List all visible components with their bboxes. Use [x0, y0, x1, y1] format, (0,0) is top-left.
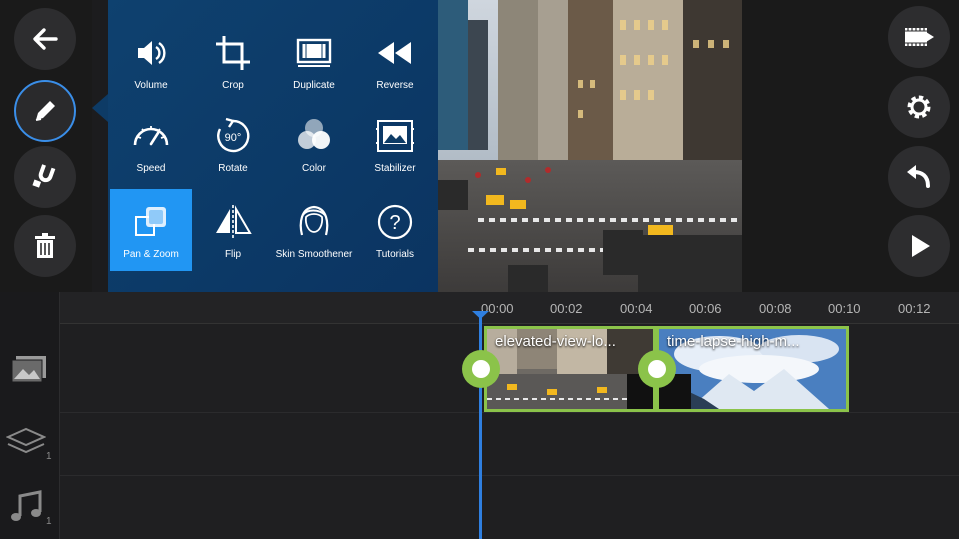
timeline[interactable]: 00:00 00:02 00:04 00:06 00:08 00:10 00:1…: [0, 292, 959, 539]
menu-item-label: Duplicate: [293, 80, 335, 91]
menu-item-speed[interactable]: Speed: [110, 103, 192, 185]
menu-item-color[interactable]: Color: [273, 103, 355, 185]
video-track-icon: [11, 356, 46, 383]
left-toolbar: [0, 0, 92, 292]
layers-track-icon: [5, 427, 47, 454]
export-button[interactable]: [888, 6, 950, 68]
ruler-tick: 00:08: [759, 301, 792, 316]
menu-item-label: Skin Smoothener: [275, 249, 353, 260]
svg-text:?: ?: [389, 212, 400, 234]
menu-pointer: [92, 94, 108, 122]
menu-item-pan-zoom[interactable]: Pan & Zoom: [110, 189, 192, 271]
menu-item-rotate[interactable]: 90° Rotate: [192, 103, 274, 185]
clip-title: time-lapse-high-m...: [667, 333, 800, 350]
back-button[interactable]: [14, 8, 76, 70]
split-button[interactable]: [14, 146, 76, 208]
export-film-icon: [905, 28, 934, 46]
overlay-track-count: 1: [46, 451, 52, 462]
undo-button[interactable]: [888, 146, 950, 208]
back-arrow-icon: [33, 28, 58, 50]
trash-icon: [35, 233, 55, 258]
rotate-badge: 90°: [225, 132, 242, 144]
volume-icon: [138, 41, 166, 65]
menu-item-label: Rotate: [218, 163, 248, 174]
ruler-tick: 00:02: [550, 301, 583, 316]
menu-item-label: Pan & Zoom: [123, 249, 179, 260]
city-street-preview-image: [438, 0, 742, 292]
menu-item-volume[interactable]: Volume: [110, 20, 192, 102]
menu-item-duplicate[interactable]: Duplicate: [273, 20, 355, 102]
video-editor-app: Volume Crop Duplicate Reverse Speed 90° …: [0, 0, 959, 539]
play-icon: [912, 235, 930, 257]
video-clip[interactable]: elevated-view-lo...: [484, 326, 656, 412]
playhead[interactable]: [479, 312, 482, 539]
timeline-ruler[interactable]: 00:00 00:02 00:04 00:06 00:08 00:10 00:1…: [60, 292, 959, 324]
track-labels: 1 1: [0, 292, 60, 539]
clip-title: elevated-view-lo...: [495, 333, 616, 350]
audio-track-button[interactable]: 1: [8, 490, 52, 529]
crop-icon: [216, 36, 250, 70]
menu-item-reverse[interactable]: Reverse: [354, 20, 436, 102]
delete-button[interactable]: [14, 215, 76, 277]
play-button[interactable]: [888, 215, 950, 277]
stabilizer-icon: [376, 120, 414, 152]
rotate-icon: 90°: [217, 117, 250, 153]
menu-item-label: Speed: [136, 163, 166, 174]
ruler-tick: 00:04: [620, 301, 653, 316]
menu-item-skin-smoothener[interactable]: Skin Smoothener: [273, 189, 355, 271]
pan-zoom-icon: [135, 207, 166, 236]
video-clip[interactable]: time-lapse-high-m...: [656, 326, 849, 412]
edit-menu: Volume Crop Duplicate Reverse Speed 90° …: [108, 0, 438, 292]
magnet-icon: [32, 164, 56, 188]
right-toolbar: [742, 0, 959, 292]
menu-item-label: Volume: [134, 80, 168, 91]
trim-handle-end[interactable]: [638, 350, 676, 388]
ruler-tick: 00:10: [828, 301, 861, 316]
reverse-icon: [378, 42, 411, 64]
duplicate-icon: [296, 38, 332, 67]
edit-button[interactable]: [14, 80, 76, 142]
music-track-icon: [11, 490, 42, 521]
audio-track-count: 1: [46, 516, 52, 527]
color-icon: [298, 119, 330, 149]
video-track-button[interactable]: [10, 352, 50, 389]
menu-item-tutorials[interactable]: ? Tutorials: [354, 189, 436, 271]
ruler-tick: 00:06: [689, 301, 722, 316]
menu-item-label: Tutorials: [376, 249, 414, 260]
flip-icon: [216, 205, 252, 239]
undo-icon: [907, 165, 930, 188]
menu-item-label: Reverse: [376, 80, 414, 91]
settings-button[interactable]: [888, 76, 950, 138]
menu-item-label: Color: [302, 163, 326, 174]
pencil-icon: [35, 101, 55, 121]
overlay-track-button[interactable]: 1: [5, 425, 52, 464]
speed-icon: [133, 126, 169, 146]
settings-gear-icon: [907, 95, 931, 119]
menu-item-label: Stabilizer: [374, 163, 416, 174]
menu-item-crop[interactable]: Crop: [192, 20, 274, 102]
video-preview[interactable]: [438, 0, 742, 292]
trim-handle-start[interactable]: [462, 350, 500, 388]
menu-item-label: Crop: [222, 80, 244, 91]
menu-item-stabilizer[interactable]: Stabilizer: [354, 103, 436, 185]
ruler-tick: 00:12: [898, 301, 931, 316]
skin-smoothener-icon: [299, 205, 329, 236]
menu-item-label: Flip: [224, 249, 242, 260]
tutorials-icon: ?: [377, 204, 413, 240]
menu-item-flip[interactable]: Flip: [192, 189, 274, 271]
